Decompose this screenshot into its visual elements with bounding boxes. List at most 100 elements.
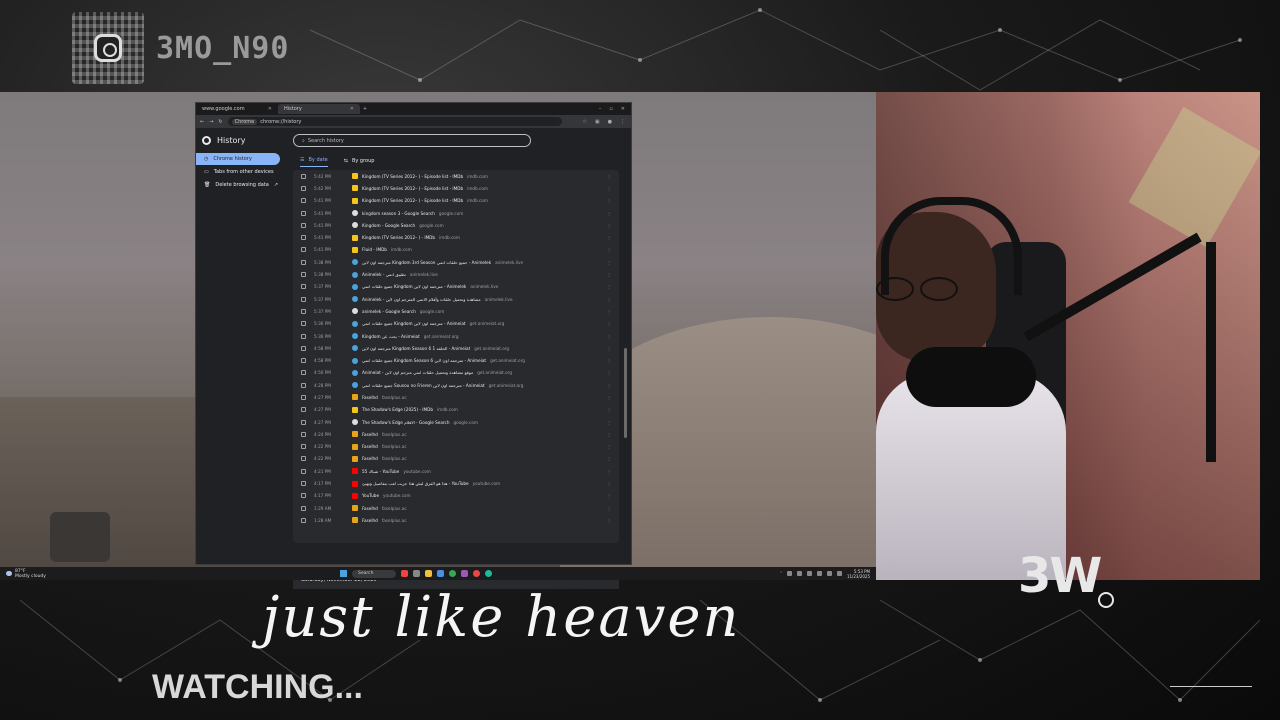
maximize-icon[interactable]: ▫ (609, 106, 612, 112)
row-title[interactable]: kingdom season 3 - Google Search (362, 211, 435, 216)
app-icon[interactable] (401, 570, 408, 577)
row-menu-icon[interactable]: ⋮ (607, 297, 611, 302)
row-menu-icon[interactable]: ⋮ (607, 506, 611, 511)
history-row[interactable]: 5:41 PM Kingdom (TV Series 2012– ) - Epis… (293, 195, 619, 207)
history-row[interactable]: 4:27 PM The Shadow's Edge (2025) - IMDb im… (293, 404, 619, 416)
app-icon[interactable] (461, 570, 468, 577)
extensions-icon[interactable]: ▣ (595, 119, 600, 125)
history-row[interactable]: 5:41 PM Kingdom (TV Series 2012– ) - IMDb… (293, 231, 619, 243)
new-tab-icon[interactable]: + (360, 106, 370, 112)
row-menu-icon[interactable]: ⋮ (607, 186, 611, 191)
tray-icon[interactable] (816, 571, 822, 576)
row-title[interactable]: animelek - Google Search (362, 309, 416, 314)
row-title[interactable]: Faselhd (362, 506, 378, 511)
tab-by-group[interactable]: ⇆ By group (344, 157, 375, 167)
file-explorer-icon[interactable] (425, 570, 432, 577)
history-row[interactable]: 4:21 PM شباك 55 - YouTube youtube.com ⋮ (293, 465, 619, 477)
tray-icon[interactable] (806, 571, 812, 576)
taskbar-search[interactable]: Search (352, 569, 396, 578)
history-row[interactable]: 4:50 PM Animeiat - موقع مشاهدة وتحميل حلق… (293, 367, 619, 379)
row-title[interactable]: جميع حلقات انمي Kingdom Season 6 مترجمة … (362, 358, 486, 363)
row-title[interactable]: Kingdom (TV Series 2012– ) - IMDb (362, 235, 435, 240)
weather-widget[interactable]: 87°F Mostly cloudy (0, 569, 46, 579)
history-search-input[interactable]: ⌕ Search history (293, 134, 531, 147)
row-title[interactable]: Animelek - تطبيق انمي (362, 272, 406, 277)
row-menu-icon[interactable]: ⋮ (607, 432, 611, 437)
row-menu-icon[interactable]: ⋮ (607, 284, 611, 289)
chrome-icon[interactable] (449, 570, 456, 577)
row-title[interactable]: Kingdom (TV Series 2012– ) - Episode lis… (362, 198, 463, 203)
app-icon[interactable] (485, 570, 492, 577)
row-title[interactable]: مترجمة اون لاين Kingdom Season 6 الحلقة … (362, 346, 470, 351)
minimize-icon[interactable]: – (599, 106, 602, 112)
history-row[interactable]: 4:22 PM Faselhd faselplus.ac ⋮ (293, 441, 619, 453)
tab-google[interactable]: www.google.com ✕ (196, 104, 278, 114)
sidebar-item-delete-data[interactable]: 🗑 Delete browsing data ↗ (196, 179, 288, 191)
row-title[interactable]: Kingdom (TV Series 2012– ) - Episode lis… (362, 174, 463, 179)
edge-icon[interactable] (437, 570, 444, 577)
bookmark-star-icon[interactable]: ☆ (582, 119, 586, 125)
row-title[interactable]: Fluid - IMDb (362, 247, 387, 252)
sidebar-item-other-devices[interactable]: ▭ Tabs from other devices (196, 166, 288, 178)
reload-icon[interactable]: ↻ (218, 119, 222, 125)
history-row[interactable]: 4:27 PM Faselhd faselplus.ac ⋮ (293, 391, 619, 403)
row-menu-icon[interactable]: ⋮ (607, 272, 611, 277)
history-row[interactable]: 1:29 AM Faselhd faselplus.ac ⋮ (293, 502, 619, 514)
row-menu-icon[interactable]: ⋮ (607, 223, 611, 228)
history-row[interactable]: 5:41 PM Kingdom - Google Search google.com… (293, 219, 619, 231)
row-menu-icon[interactable]: ⋮ (607, 493, 611, 498)
row-title[interactable]: Faselhd (362, 432, 378, 437)
row-menu-icon[interactable]: ⋮ (607, 456, 611, 461)
history-row[interactable]: 5:41 PM kingdom season 3 - Google Search g… (293, 207, 619, 219)
row-menu-icon[interactable]: ⋮ (607, 309, 611, 314)
row-title[interactable]: جميع حلقات انمي Kingdom مترجمة اون لاين … (362, 284, 466, 289)
row-menu-icon[interactable]: ⋮ (607, 211, 611, 216)
row-menu-icon[interactable]: ⋮ (607, 407, 611, 412)
task-view-icon[interactable] (413, 570, 420, 577)
scrollbar[interactable] (624, 348, 627, 438)
row-menu-icon[interactable]: ⋮ (607, 383, 611, 388)
history-row[interactable]: 5:38 PM Animelek - تطبيق انمي animelek.liv… (293, 268, 619, 280)
history-row[interactable]: 1:28 AM Faselhd faselplus.ac ⋮ (293, 514, 619, 526)
volume-icon[interactable] (836, 571, 842, 576)
row-title[interactable]: Faselhd (362, 456, 378, 461)
row-title[interactable]: Faselhd (362, 395, 378, 400)
row-title[interactable]: جميع حلقات انمي Sousou no Frieren مترجمة… (362, 383, 485, 388)
row-title[interactable]: شباك 55 - YouTube (362, 469, 399, 474)
row-title[interactable]: The Shadow's Edge الافلام - Google Searc… (362, 420, 450, 425)
history-row[interactable]: 4:58 PM جميع حلقات انمي Kingdom Season 6 … (293, 354, 619, 366)
row-title[interactable]: Faselhd (362, 518, 378, 523)
row-title[interactable]: The Shadow's Edge (2025) - IMDb (362, 407, 433, 412)
address-bar[interactable]: Chrome chrome://history (227, 117, 562, 126)
tray-icon[interactable] (786, 571, 792, 576)
history-row[interactable]: 5:36 PM Kingdom بحث عن - Animeiat get.anim… (293, 330, 619, 342)
history-row[interactable]: 5:37 PM animelek - Google Search google.co… (293, 305, 619, 317)
history-row[interactable]: 4:27 PM The Shadow's Edge الافلام - Googl… (293, 416, 619, 428)
row-menu-icon[interactable]: ⋮ (607, 395, 611, 400)
history-row[interactable]: 5:36 PM جميع حلقات انمي Kingdom مترجمة او… (293, 318, 619, 330)
row-menu-icon[interactable]: ⋮ (607, 469, 611, 474)
close-window-icon[interactable]: ✕ (621, 106, 625, 112)
row-menu-icon[interactable]: ⋮ (607, 334, 611, 339)
row-title[interactable]: مترجمة اون لاين Kingdom 3rd Season جميع … (362, 260, 491, 265)
row-menu-icon[interactable]: ⋮ (607, 346, 611, 351)
row-title[interactable]: Animelek - مشاهدة وتحميل حلقات وأفلام ال… (362, 297, 481, 302)
row-menu-icon[interactable]: ⋮ (607, 235, 611, 240)
history-row[interactable]: 4:17 PM هذا هو الفرق ليش هذا جربت لعب بتف… (293, 477, 619, 489)
history-row[interactable]: 5:38 PM مترجمة اون لاين Kingdom 3rd Seaso… (293, 256, 619, 268)
history-row[interactable]: 5:37 PM جميع حلقات انمي Kingdom مترجمة او… (293, 281, 619, 293)
row-menu-icon[interactable]: ⋮ (607, 358, 611, 363)
close-tab-icon[interactable]: ✕ (350, 106, 354, 112)
sidebar-item-chrome-history[interactable]: ◷ Chrome history (196, 153, 280, 165)
tray-chevron-icon[interactable]: ˄ (780, 571, 782, 576)
tab-by-date[interactable]: ☰ By date (300, 157, 328, 167)
history-row[interactable]: 4:28 PM جميع حلقات انمي Sousou no Frieren… (293, 379, 619, 391)
history-row[interactable]: 4:17 PM YouTube youtube.com ⋮ (293, 490, 619, 502)
row-title[interactable]: Kingdom بحث عن - Animeiat (362, 334, 420, 339)
close-tab-icon[interactable]: ✕ (268, 106, 272, 112)
history-row[interactable]: 5:42 PM Kingdom (TV Series 2012– ) - Epis… (293, 170, 619, 182)
row-menu-icon[interactable]: ⋮ (607, 174, 611, 179)
row-title[interactable]: هذا هو الفرق ليش هذا جربت لعب بتفاصيل وت… (362, 481, 469, 486)
wifi-icon[interactable] (826, 571, 832, 576)
row-menu-icon[interactable]: ⋮ (607, 321, 611, 326)
